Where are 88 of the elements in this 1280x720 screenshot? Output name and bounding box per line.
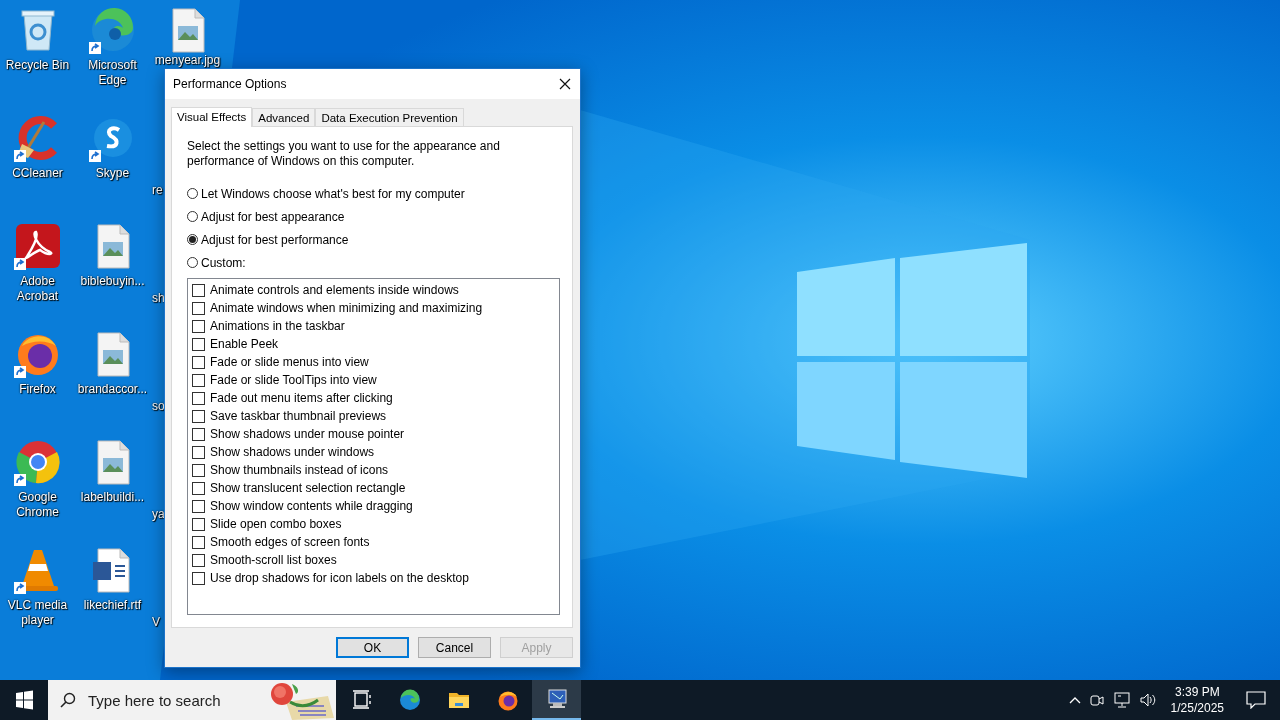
icon-label[interactable]: likechief.rtf bbox=[83, 598, 142, 613]
icon-label[interactable]: CCleaner bbox=[12, 166, 63, 181]
radio-button[interactable] bbox=[187, 234, 198, 245]
camera-icon[interactable] bbox=[1088, 692, 1105, 708]
checkbox[interactable] bbox=[192, 571, 205, 585]
network-icon[interactable] bbox=[1112, 692, 1131, 708]
search-field[interactable]: Type here to search bbox=[86, 690, 260, 710]
radio-option[interactable]: Custom: bbox=[187, 254, 558, 271]
checkbox-label[interactable]: Save taskbar thumbnail previews bbox=[210, 409, 387, 423]
edge-icon bbox=[398, 689, 421, 711]
radio-option[interactable]: Let Windows choose what's best for my computer bbox=[187, 185, 558, 202]
icon-label[interactable]: sh bbox=[150, 291, 165, 306]
checkbox[interactable] bbox=[192, 355, 205, 369]
checkbox[interactable] bbox=[192, 283, 205, 297]
checkbox-label[interactable]: Slide open combo boxes bbox=[210, 517, 342, 531]
checkbox[interactable] bbox=[192, 463, 205, 477]
checkbox-label[interactable]: Show thumbnails instead of icons bbox=[210, 463, 389, 477]
firefox-icon bbox=[496, 689, 519, 711]
checkbox[interactable] bbox=[192, 409, 205, 423]
clock-time: 3:39 PM bbox=[1174, 684, 1220, 700]
icon-label[interactable]: menyear.jpg bbox=[154, 54, 221, 67]
taskbar-app[interactable] bbox=[532, 680, 581, 720]
acrobat-icon[interactable] bbox=[13, 222, 62, 270]
checkbox-label[interactable]: Show translucent selection rectangle bbox=[210, 481, 406, 495]
checkbox[interactable] bbox=[192, 337, 205, 351]
icon-label[interactable]: Firefox bbox=[19, 382, 56, 397]
checkbox-label[interactable]: Show window contents while dragging bbox=[210, 499, 413, 513]
icon-label[interactable]: Microsoft Edge bbox=[75, 58, 150, 88]
icon-label[interactable]: Google Chrome bbox=[0, 490, 75, 520]
window-title: Performance Options bbox=[173, 77, 287, 91]
checkbox-label[interactable]: Show shadows under windows bbox=[210, 445, 375, 459]
checkbox[interactable] bbox=[192, 373, 205, 387]
checkbox-label[interactable]: Smooth edges of screen fonts bbox=[210, 535, 370, 549]
checkbox-label[interactable]: Animate controls and elements inside windows bbox=[210, 283, 459, 297]
edge-icon[interactable] bbox=[88, 6, 137, 54]
checkbox-label[interactable]: Smooth-scroll list boxes bbox=[210, 553, 337, 567]
checkbox[interactable] bbox=[192, 517, 205, 531]
tab[interactable]: Data Execution Prevention bbox=[315, 108, 464, 126]
checkbox[interactable] bbox=[192, 319, 205, 333]
icon-label[interactable]: so bbox=[150, 399, 165, 414]
checkbox-label[interactable]: Fade out menu items after clicking bbox=[210, 391, 393, 405]
icon-label[interactable]: Recycle Bin bbox=[5, 58, 70, 73]
icon-label[interactable]: VLC media player bbox=[0, 598, 75, 628]
description-text: Select the settings you want to use for the appearance and performance of Windows on this computer. bbox=[187, 139, 501, 169]
volume-icon[interactable] bbox=[1138, 692, 1157, 708]
checkbox[interactable] bbox=[192, 499, 205, 513]
checkbox-label[interactable]: Enable Peek bbox=[210, 337, 279, 351]
tab[interactable]: Visual Effects bbox=[171, 107, 253, 127]
dialog-button[interactable]: OK bbox=[336, 637, 409, 658]
checkbox[interactable] bbox=[192, 391, 205, 405]
checkbox-label[interactable]: Show shadows under mouse pointer bbox=[210, 427, 405, 441]
checkbox-label[interactable]: Use drop shadows for icon labels on the desktop bbox=[210, 571, 469, 585]
checkbox[interactable] bbox=[192, 553, 205, 567]
effects-list[interactable] bbox=[187, 278, 560, 615]
radio-label[interactable]: Custom: bbox=[201, 255, 246, 270]
radio-label[interactable]: Let Windows choose what's best for my computer bbox=[201, 186, 465, 201]
radio-option[interactable]: Adjust for best performance bbox=[187, 231, 558, 248]
icon-label[interactable]: Skype bbox=[95, 166, 130, 181]
icon-label[interactable]: brandaccor... bbox=[77, 382, 148, 397]
dialog-button[interactable]: Cancel bbox=[418, 637, 491, 658]
clock-date: 1/25/2025 bbox=[1170, 700, 1224, 716]
radio-option[interactable]: Adjust for best appearance bbox=[187, 208, 558, 225]
checkbox-label[interactable]: Fade or slide ToolTips into view bbox=[210, 373, 377, 387]
checkbox[interactable] bbox=[192, 535, 205, 549]
chevron-up-icon[interactable] bbox=[1068, 696, 1081, 704]
checkbox[interactable] bbox=[192, 445, 205, 459]
icon-label[interactable]: labelbuildi... bbox=[80, 490, 145, 505]
checkbox-label[interactable]: Animate windows when minimizing and maximizing bbox=[210, 301, 483, 315]
icon-label[interactable]: ya bbox=[150, 507, 165, 522]
radio-label[interactable]: Adjust for best appearance bbox=[201, 209, 345, 224]
checkbox[interactable] bbox=[192, 481, 205, 495]
icon-label[interactable]: re bbox=[150, 183, 163, 198]
clock[interactable]: 3:39 PM 1/25/2025 bbox=[1170, 684, 1224, 716]
search-icon bbox=[60, 692, 76, 708]
checkbox[interactable] bbox=[192, 301, 205, 315]
checkbox-label[interactable]: Fade or slide menus into view bbox=[210, 355, 369, 369]
chrome-icon[interactable] bbox=[13, 438, 62, 486]
icon-label[interactable]: V bbox=[150, 615, 160, 630]
tab[interactable]: Advanced bbox=[252, 108, 316, 126]
icon-label[interactable]: biblebuyin... bbox=[80, 274, 145, 289]
checkbox[interactable] bbox=[192, 427, 205, 441]
checkbox-label[interactable]: Animations in the taskbar bbox=[210, 319, 345, 333]
radio-label[interactable]: Adjust for best performance bbox=[201, 232, 349, 247]
monitor-icon bbox=[545, 688, 568, 710]
search-bar[interactable]: Type here to search bbox=[48, 680, 336, 720]
notification-icon[interactable] bbox=[1246, 691, 1266, 709]
icon-label[interactable]: Adobe Acrobat bbox=[0, 274, 75, 304]
close-icon[interactable] bbox=[559, 78, 571, 90]
